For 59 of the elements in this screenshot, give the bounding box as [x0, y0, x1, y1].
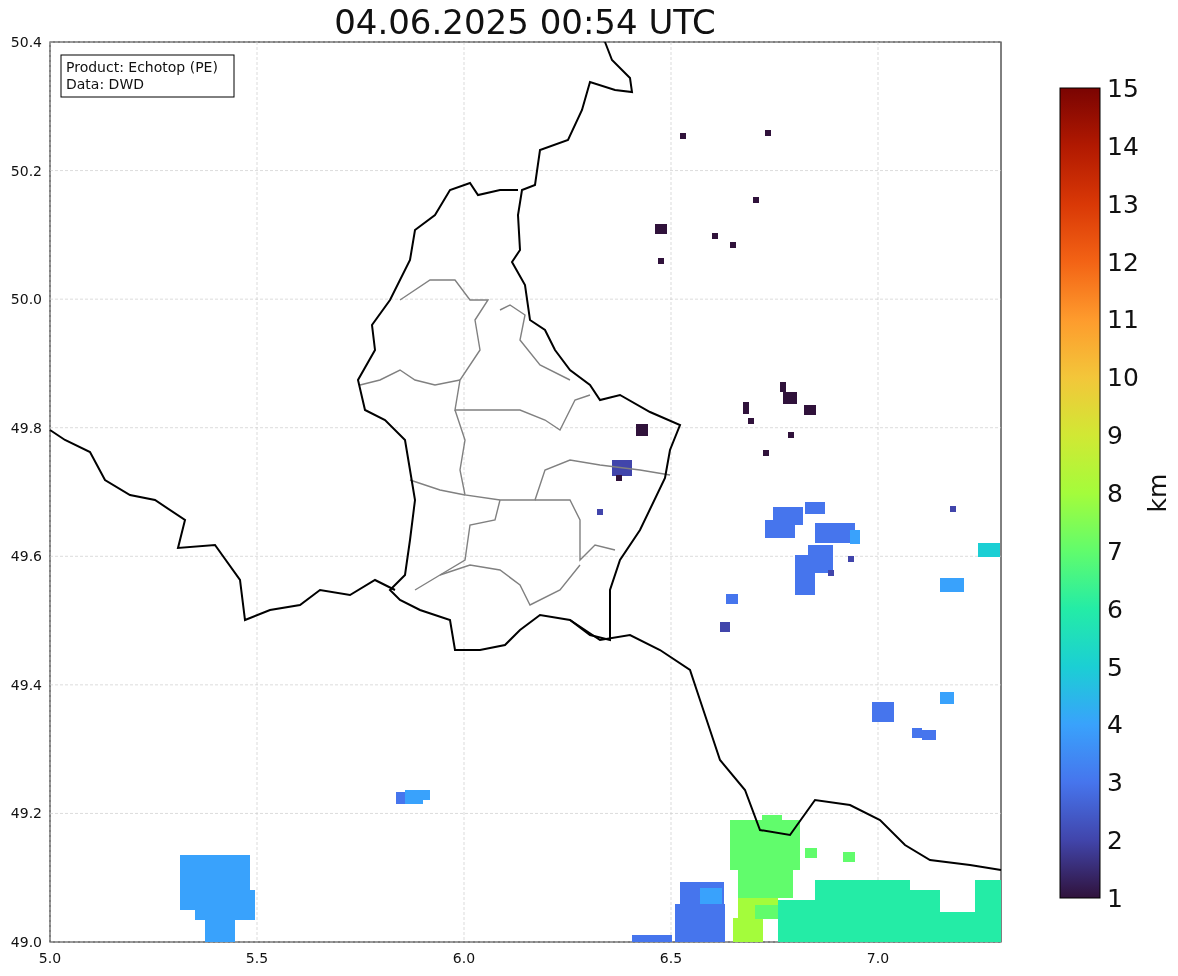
radar-echo — [950, 506, 956, 512]
colorbar-tick-label: 1 — [1107, 884, 1123, 913]
info-text: Data: DWD — [66, 76, 144, 92]
colorbar-tick-label: 10 — [1107, 363, 1139, 393]
radar-echo — [396, 790, 430, 804]
radar-echo — [720, 622, 730, 632]
radar-echo — [912, 728, 936, 740]
colorbar-tick-label: 12 — [1107, 247, 1139, 277]
colorbar-tick-label: 6 — [1107, 594, 1123, 624]
colorbar-tick-label: 5 — [1107, 652, 1123, 682]
colorbar-tick-label: 4 — [1107, 710, 1123, 740]
y-tick-label: 50.0 — [10, 291, 42, 308]
radar-echo — [680, 133, 686, 139]
colorbar-tick-label: 8 — [1107, 479, 1123, 508]
radar-echo — [743, 402, 749, 414]
radar-echo — [872, 702, 894, 722]
radar-echo — [636, 424, 648, 436]
info-text: Product: Echotop (PE) — [66, 59, 218, 75]
colorbar-tick-label: 9 — [1107, 421, 1123, 451]
radar-echo — [612, 460, 632, 481]
radar-echo — [675, 882, 725, 942]
radar-echo — [788, 432, 794, 438]
radar-echo — [597, 509, 603, 515]
radar-echo — [730, 242, 736, 248]
x-tick-label: 6.0 — [452, 950, 476, 966]
y-tick-label: 49.6 — [10, 548, 42, 565]
radar-echo — [940, 692, 954, 704]
colorbar-tick-label: 3 — [1107, 768, 1123, 798]
radar-echo — [780, 382, 797, 404]
radar-echo — [748, 418, 754, 424]
x-tick-label: 5.5 — [245, 950, 269, 966]
radar-echo — [763, 450, 769, 456]
colorbar-tick-label: 11 — [1107, 305, 1139, 335]
radar-echo — [978, 543, 1000, 557]
radar-echo — [804, 405, 816, 415]
radar-echo — [765, 130, 771, 136]
y-tick-label: 49.0 — [10, 934, 42, 950]
y-tick-label: 50.4 — [10, 34, 42, 50]
radar-echo — [726, 594, 738, 604]
y-tick-label: 49.2 — [10, 805, 42, 822]
radar-echo — [655, 224, 667, 234]
map-title: 04.06.2025 00:54 UTC — [334, 2, 716, 42]
y-tick-label: 49.4 — [10, 676, 42, 693]
radar-echo — [658, 258, 664, 264]
x-tick-label: 7.0 — [866, 950, 890, 966]
y-tick-label: 50.2 — [10, 162, 42, 179]
radar-echo — [753, 197, 759, 203]
y-tick-label: 49.8 — [10, 419, 42, 436]
colorbar-tick-label: 7 — [1107, 536, 1123, 566]
colorbar-tick-label: 14 — [1107, 131, 1139, 161]
radar-echo — [940, 578, 964, 592]
colorbar-tick-label: 15 — [1107, 74, 1139, 103]
radar-echo — [712, 233, 718, 239]
radar-echo — [632, 935, 672, 942]
colorbar-tick-label: 13 — [1107, 189, 1139, 219]
colorbar-label: km — [1143, 473, 1172, 513]
x-tick-label: 6.5 — [659, 950, 683, 966]
x-tick-label: 5.0 — [38, 950, 62, 966]
colorbar-tick-label: 2 — [1107, 826, 1123, 856]
